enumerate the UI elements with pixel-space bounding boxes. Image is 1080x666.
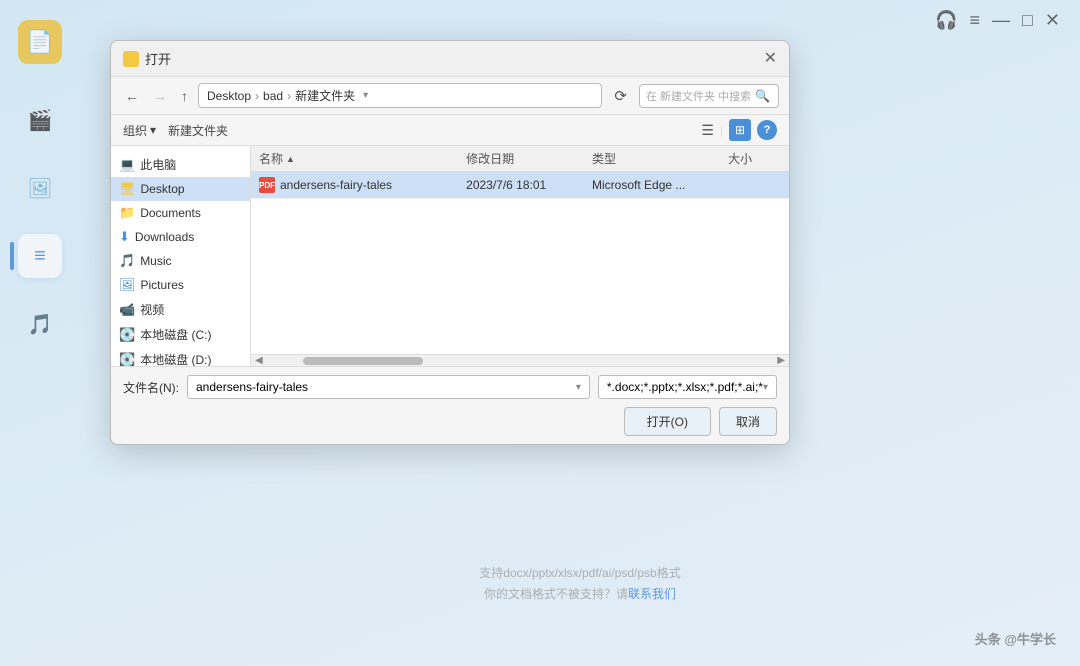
filename-value: andersens-fairy-tales (196, 380, 308, 394)
tree-label-videos: 视频 (140, 301, 164, 318)
search-bar[interactable]: 在 新建文件夹 中搜索 🔍 (639, 84, 779, 108)
back-button[interactable]: ← (121, 86, 143, 106)
tree-label-c-drive: 本地磁盘 (C:) (140, 326, 211, 343)
tree-label-desktop: Desktop (141, 182, 185, 196)
view-icons: ☰ | ⊞ ? (701, 119, 777, 141)
address-chevron: ▾ (363, 90, 368, 101)
help-button[interactable]: ? (757, 120, 777, 140)
filename-label: 文件名(N): (123, 379, 179, 396)
pc-icon: 💻 (119, 157, 135, 173)
new-folder-button[interactable]: 新建文件夹 (168, 122, 228, 139)
search-icon: 🔍 (755, 89, 770, 103)
tree-item-pictures[interactable]: 🖼 Pictures (111, 273, 250, 297)
dialog-overlay: 打开 ✕ ← → ↑ Desktop › bad › 新建文件夹 ▾ ⟳ 在 新… (0, 0, 1080, 666)
col-header-date[interactable]: 修改日期 (462, 150, 588, 167)
tree-item-music[interactable]: 🎵 Music (111, 249, 250, 273)
organize-label: 组织 (123, 122, 147, 139)
tree-item-pc[interactable]: 💻 此电脑 (111, 152, 250, 177)
table-row[interactable]: PDF andersens-fairy-tales 2023/7/6 18:01… (251, 172, 789, 199)
tree-label-documents: Documents (140, 206, 201, 220)
file-list-header: 名称 ▲ 修改日期 类型 大小 (251, 146, 789, 172)
dialog-title-icon (123, 51, 139, 67)
scroll-right-arrow[interactable]: ▶ (777, 355, 785, 366)
search-placeholder: 在 新建文件夹 中搜索 (646, 88, 751, 104)
documents-icon: 📁 (119, 205, 135, 221)
path-sep-1: › (255, 89, 259, 103)
address-part-2: bad (263, 89, 283, 103)
filetype-select[interactable]: *.docx;*.pptx;*.xlsx;*.pdf;*.ai;* ▾ (598, 375, 777, 399)
organize-button[interactable]: 组织 ▾ (123, 122, 156, 139)
up-button[interactable]: ↑ (177, 86, 192, 106)
tree-item-videos[interactable]: 📹 视频 (111, 297, 250, 322)
sort-arrow: ▲ (286, 154, 295, 164)
dialog-toolbar: ← → ↑ Desktop › bad › 新建文件夹 ▾ ⟳ 在 新建文件夹 … (111, 77, 789, 115)
dialog-title-text: 打开 (145, 49, 171, 68)
scroll-left-arrow[interactable]: ◀ (255, 355, 263, 366)
music-icon: 🎵 (119, 253, 135, 269)
filename-row: 文件名(N): andersens-fairy-tales ▾ *.docx;*… (123, 375, 777, 399)
view-mode-button[interactable]: ☰ (701, 122, 714, 139)
downloads-icon: ⬇ (119, 229, 130, 245)
view-toggle[interactable]: ⊞ (729, 119, 751, 141)
dialog-close-button[interactable]: ✕ (764, 51, 777, 67)
filename-chevron: ▾ (576, 382, 581, 393)
file-dialog: 打开 ✕ ← → ↑ Desktop › bad › 新建文件夹 ▾ ⟳ 在 新… (110, 40, 790, 445)
col-header-name[interactable]: 名称 ▲ (251, 150, 462, 167)
tree-item-d-drive[interactable]: 💽 本地磁盘 (D:) (111, 347, 250, 366)
filename-input[interactable]: andersens-fairy-tales ▾ (187, 375, 590, 399)
new-folder-label: 新建文件夹 (168, 122, 228, 139)
organize-bar: 组织 ▾ 新建文件夹 ☰ | ⊞ ? (111, 115, 789, 146)
dialog-buttons: 打开(O) 取消 (123, 407, 777, 436)
address-bar: Desktop › bad › 新建文件夹 ▾ (198, 83, 602, 108)
path-sep-2: › (287, 89, 291, 103)
file-name-cell: PDF andersens-fairy-tales (251, 177, 462, 193)
col-header-type[interactable]: 类型 (588, 150, 724, 167)
tree-item-downloads[interactable]: ⬇ Downloads (111, 225, 250, 249)
scroll-thumb[interactable] (303, 357, 423, 365)
tree-panel: 💻 此电脑 🖥 Desktop 📁 Documents ⬇ Downloads … (111, 146, 251, 366)
filetype-value: *.docx;*.pptx;*.xlsx;*.pdf;*.ai;* (607, 380, 763, 394)
dialog-title: 打开 (123, 49, 171, 68)
tree-label-pc: 此电脑 (140, 156, 176, 173)
filetype-chevron: ▾ (763, 382, 768, 393)
open-button[interactable]: 打开(O) (624, 407, 711, 436)
address-part-3: 新建文件夹 (295, 87, 355, 104)
tree-label-d-drive: 本地磁盘 (D:) (140, 351, 211, 366)
dialog-footer: 文件名(N): andersens-fairy-tales ▾ *.docx;*… (111, 366, 789, 444)
tree-item-c-drive[interactable]: 💽 本地磁盘 (C:) (111, 322, 250, 347)
tree-label-music: Music (140, 254, 171, 268)
d-drive-icon: 💽 (119, 352, 135, 367)
sep: | (720, 123, 723, 137)
cancel-button[interactable]: 取消 (719, 407, 777, 436)
pdf-icon: PDF (259, 177, 275, 193)
file-list-body: PDF andersens-fairy-tales 2023/7/6 18:01… (251, 172, 789, 354)
tree-item-documents[interactable]: 📁 Documents (111, 201, 250, 225)
pictures-icon: 🖼 (119, 277, 136, 293)
refresh-button[interactable]: ⟳ (608, 85, 633, 107)
video-folder-icon: 📹 (119, 302, 135, 318)
file-date-cell: 2023/7/6 18:01 (462, 178, 588, 192)
organize-chevron: ▾ (150, 123, 156, 137)
col-header-size[interactable]: 大小 (724, 150, 789, 167)
tree-label-downloads: Downloads (135, 230, 194, 244)
desktop-icon: 🖥 (119, 181, 136, 197)
forward-button[interactable]: → (149, 86, 171, 106)
horizontal-scrollbar[interactable]: ◀ ▶ (251, 354, 789, 366)
address-part-1: Desktop (207, 89, 251, 103)
file-list-panel: 名称 ▲ 修改日期 类型 大小 PDF (251, 146, 789, 366)
tree-label-pictures: Pictures (141, 278, 184, 292)
dialog-titlebar: 打开 ✕ (111, 41, 789, 77)
tree-item-desktop[interactable]: 🖥 Desktop (111, 177, 250, 201)
file-type-cell: Microsoft Edge ... (588, 178, 724, 192)
c-drive-icon: 💽 (119, 327, 135, 343)
file-name: andersens-fairy-tales (280, 178, 392, 192)
dialog-body: 💻 此电脑 🖥 Desktop 📁 Documents ⬇ Downloads … (111, 146, 789, 366)
